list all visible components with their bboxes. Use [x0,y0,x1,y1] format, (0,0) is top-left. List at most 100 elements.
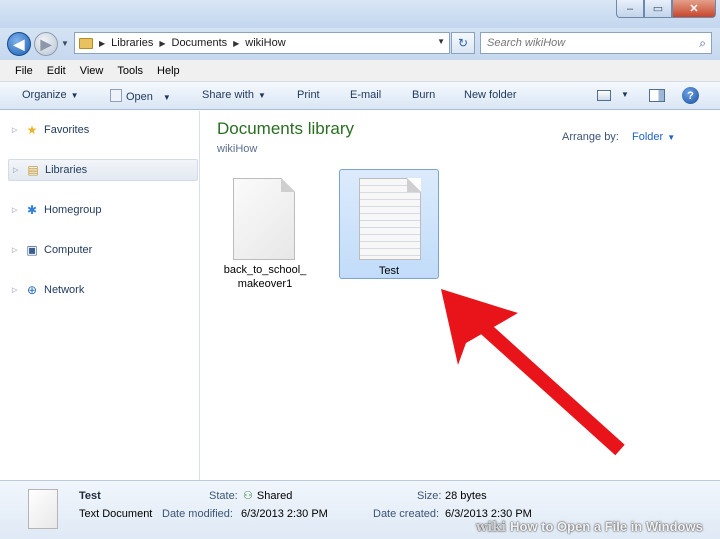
file-view: Documents library wikiHow Arrange by: Fo… [201,111,720,480]
share-with-button[interactable]: Share with ▼ [202,89,266,101]
expand-icon[interactable]: ▷ [12,206,20,214]
breadcrumb-separator-icon[interactable]: ▶ [159,39,165,48]
state-label: State: [209,490,238,502]
change-view-icon[interactable] [597,90,611,101]
navigation-pane: ▷ ★ Favorites ▷ ▤ Libraries ▷ ✱ Homegrou… [0,111,200,480]
recent-pages-dropdown[interactable]: ▼ [61,39,69,48]
burn-button[interactable]: Burn [412,89,435,101]
breadcrumb-separator-icon[interactable]: ▶ [233,39,239,48]
menu-bar: File Edit View Tools Help [0,60,720,82]
date-modified-label: Date modified: [162,508,233,520]
forward-arrow-icon: ▶ [40,35,52,52]
sidebar-item-homegroup[interactable]: ▷ ✱ Homegroup [12,199,198,221]
command-bar: Organize ▼ Open ▼ Share with ▼ Print E-mail… [0,82,720,110]
text-document-icon [359,178,421,260]
details-file-name: Test [79,490,101,502]
sidebar-item-label: Homegroup [44,204,102,216]
title-bar: – ▭ ✕ [0,0,720,28]
forward-button[interactable]: ▶ [34,32,58,56]
star-icon: ★ [26,123,38,137]
size-label: Size: [417,490,442,502]
size-value: 28 bytes [445,490,487,502]
shared-users-icon: ⚇ [243,490,253,502]
arrange-by-label: Arrange by: [562,131,619,143]
open-button[interactable]: Open ▼ [110,89,171,103]
close-button[interactable]: ✕ [672,0,716,18]
document-icon [110,89,122,102]
menu-view[interactable]: View [73,65,111,77]
print-button[interactable]: Print [297,89,320,101]
menu-file[interactable]: File [8,65,40,77]
arrange-by-dropdown[interactable]: Folder ▼ [632,131,675,143]
new-folder-button[interactable]: New folder [464,89,517,101]
date-modified-value: 6/3/2013 2:30 PM [241,508,328,520]
document-icon [28,489,58,529]
sidebar-item-label: Favorites [44,124,90,136]
homegroup-icon: ✱ [26,203,38,217]
organize-button[interactable]: Organize ▼ [22,89,79,101]
state-value: ⚇ Shared [243,489,292,502]
watermark: wiki How to Open a File in Windows [476,519,703,535]
menu-help[interactable]: Help [150,65,187,77]
file-name: Test [378,265,400,277]
search-input[interactable] [487,37,687,49]
details-file-type: Text Document [79,508,153,520]
document-icon [233,178,295,260]
email-button[interactable]: E-mail [350,89,381,101]
breadcrumb-libraries[interactable]: Libraries [111,37,153,49]
expand-icon[interactable]: ▷ [13,166,21,174]
watermark-brand: wiki [476,520,507,535]
minimize-button[interactable]: – [616,0,644,18]
network-icon: ⊕ [26,283,38,297]
maximize-icon: ▭ [652,3,664,15]
address-field[interactable]: ▶ Libraries ▶ Documents ▶ wikiHow ▼ [74,32,450,54]
breadcrumb-wikihow[interactable]: wikiHow [245,37,285,49]
print-label: Print [297,89,320,101]
help-icon[interactable]: ? [682,87,699,104]
refresh-icon: ↻ [457,36,469,50]
address-dropdown-icon[interactable]: ▼ [437,37,445,46]
file-name: back_to_school_ [223,264,307,276]
sidebar-item-label: Libraries [45,164,88,176]
chevron-down-icon: ▼ [162,93,171,102]
menu-tools[interactable]: Tools [110,65,150,77]
minimize-icon: – [626,2,634,15]
open-label: Open [126,91,153,103]
sidebar-item-network[interactable]: ▷ ⊕ Network [12,279,198,301]
breadcrumb-separator-icon[interactable]: ▶ [99,39,105,48]
chevron-down-icon: ▼ [70,91,79,100]
search-icon[interactable]: ⌕ [699,36,706,51]
burn-label: Burn [412,89,436,101]
file-item-test[interactable]: Test [339,169,439,279]
view-options-dropdown-icon[interactable]: ▼ [621,90,629,99]
organize-label: Organize [22,89,67,101]
date-created-label: Date created: [373,508,440,520]
sidebar-item-label: Computer [44,244,93,256]
share-with-label: Share with [202,89,254,101]
chevron-down-icon: ▼ [667,133,676,142]
chevron-down-icon: ▼ [257,91,266,100]
breadcrumb-documents[interactable]: Documents [172,37,228,49]
preview-pane-icon[interactable] [649,89,665,102]
expand-icon[interactable]: ▷ [12,246,20,254]
expand-icon[interactable]: ▷ [12,126,20,134]
computer-icon: ▣ [26,243,38,257]
sidebar-item-label: Network [44,284,85,296]
watermark-text: How to Open a File in Windows [510,519,703,534]
file-item-back-to-school[interactable]: back_to_school_ makeover1 [215,171,315,290]
arrange-by-value: Folder [632,131,664,143]
state-text: Shared [256,490,293,502]
menu-edit[interactable]: Edit [40,65,73,77]
sidebar-item-computer[interactable]: ▷ ▣ Computer [12,239,198,261]
sidebar-item-libraries[interactable]: ▷ ▤ Libraries [8,159,198,181]
library-subtitle: wikiHow [217,143,258,155]
expand-icon[interactable]: ▷ [12,286,20,294]
maximize-button[interactable]: ▭ [644,0,672,18]
refresh-button[interactable]: ↻ [451,32,475,54]
search-box[interactable]: ⌕ [480,32,712,54]
email-label: E-mail [350,89,382,101]
back-button[interactable]: ◀ [7,32,31,56]
window-controls: – ▭ ✕ [616,0,716,18]
close-icon: ✕ [689,3,699,15]
sidebar-item-favorites[interactable]: ▷ ★ Favorites [12,119,198,141]
